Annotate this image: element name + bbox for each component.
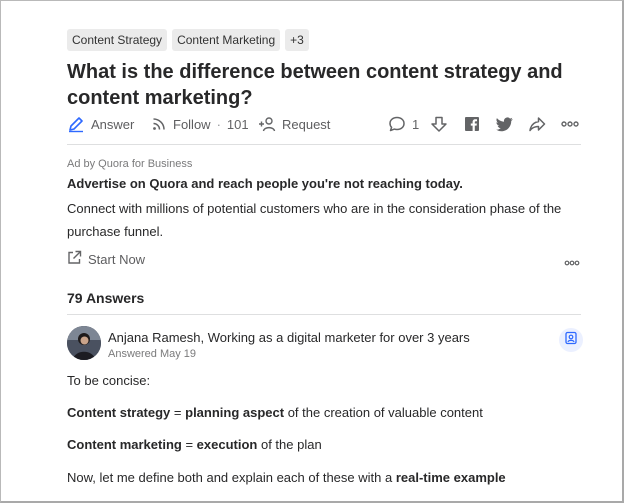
- bold-term: planning aspect: [185, 405, 285, 420]
- follow-label: Follow: [173, 116, 211, 132]
- start-now-button[interactable]: Start Now: [67, 250, 145, 268]
- text-run: of the creation of valuable content: [284, 405, 483, 420]
- comment-icon: [388, 115, 406, 133]
- text-run: Now, let me define both and explain each…: [67, 470, 396, 485]
- answer-paragraph: To be concise:: [67, 373, 151, 388]
- question-title[interactable]: What is the difference between content s…: [67, 59, 587, 111]
- divider: [67, 314, 581, 315]
- request-button[interactable]: Request: [258, 113, 330, 135]
- answer-paragraph: Now, let me define both and explain each…: [67, 470, 506, 485]
- answer-author[interactable]: Anjana Ramesh, Working as a digital mark…: [108, 330, 470, 345]
- ad-body: Connect with millions of potential custo…: [67, 201, 562, 239]
- follow-count: 101: [226, 116, 249, 132]
- more-icon: [561, 121, 579, 127]
- avatar[interactable]: [67, 326, 101, 360]
- request-person-icon: [258, 116, 276, 132]
- more-options-button[interactable]: [561, 113, 579, 135]
- share-icon: [528, 115, 546, 133]
- follow-rss-icon: [151, 116, 167, 132]
- answer-pencil-icon: [67, 115, 85, 133]
- answer-date[interactable]: Answered May 19: [108, 348, 196, 360]
- share-button[interactable]: [528, 113, 546, 135]
- request-label: Request: [282, 116, 331, 132]
- divider: [67, 144, 581, 145]
- comment-button[interactable]: 1: [388, 113, 419, 135]
- facebook-share-button[interactable]: [464, 113, 480, 135]
- question-action-bar: Answer Follow · 101 Request 1: [67, 113, 581, 135]
- bold-term: execution: [196, 437, 258, 452]
- bookmark-icon: [564, 331, 578, 350]
- ad-label: Ad by Quora for Business: [67, 158, 193, 170]
- text-run: =: [170, 405, 186, 420]
- answers-count: 79 Answers: [67, 290, 145, 306]
- twitter-icon: [496, 116, 513, 132]
- comment-count: 1: [412, 116, 420, 132]
- external-link-icon: [67, 250, 82, 268]
- twitter-share-button[interactable]: [496, 113, 513, 135]
- bold-term: Content strategy: [67, 405, 171, 420]
- downvote-button[interactable]: [430, 113, 448, 135]
- topic-tags: Content Strategy Content Marketing +3: [67, 29, 309, 51]
- topic-tag[interactable]: Content Strategy: [67, 29, 168, 51]
- bookmark-button[interactable]: [559, 328, 583, 352]
- bold-term: real-time example: [395, 470, 506, 485]
- ad-more-button[interactable]: [564, 253, 580, 271]
- text-run: =: [181, 437, 197, 452]
- text-run: of the plan: [257, 437, 322, 452]
- answer-label: Answer: [91, 116, 135, 132]
- start-now-label: Start Now: [88, 251, 146, 267]
- downvote-icon: [430, 115, 448, 133]
- topic-tag[interactable]: Content Marketing: [172, 29, 281, 51]
- answer-paragraph: Content marketing = execution of the pla…: [67, 437, 322, 452]
- follow-separator: ·: [216, 116, 221, 132]
- quora-question-page: Content Strategy Content Marketing +3 Wh…: [0, 0, 624, 503]
- facebook-icon: [464, 116, 480, 132]
- ad-headline[interactable]: Advertise on Quora and reach people you'…: [67, 176, 463, 191]
- topic-tag-more[interactable]: +3: [285, 29, 309, 51]
- follow-button[interactable]: Follow · 101: [151, 113, 249, 135]
- more-icon: [564, 253, 580, 270]
- bold-term: Content marketing: [67, 437, 182, 452]
- answer-paragraph: Content strategy = planning aspect of th…: [67, 405, 483, 420]
- answer-button[interactable]: Answer: [67, 113, 134, 135]
